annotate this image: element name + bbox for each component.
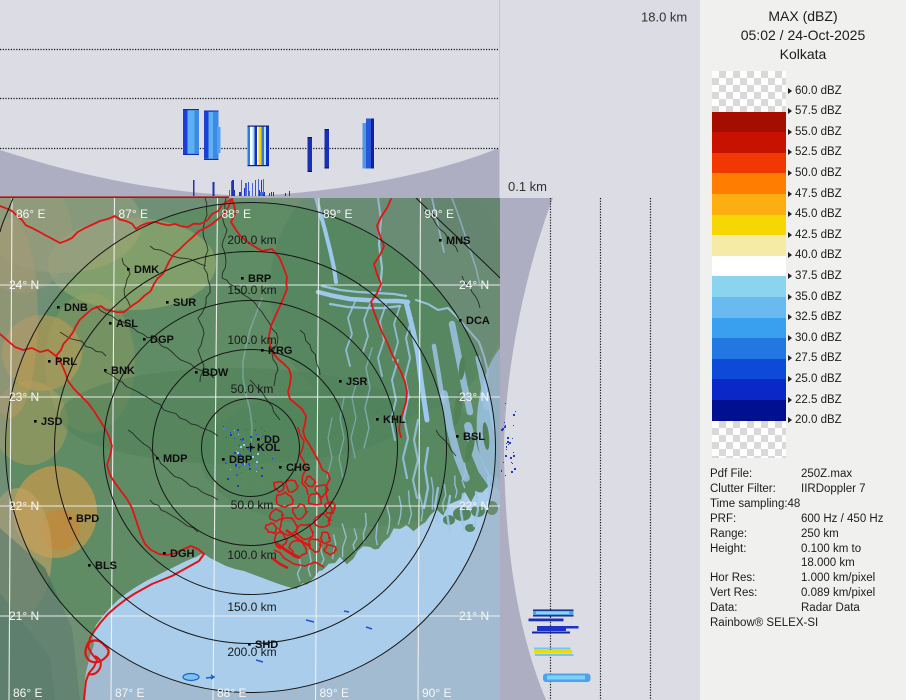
svg-text:88° E: 88° E (222, 207, 251, 221)
svg-text:89° E: 89° E (323, 207, 352, 221)
svg-text:MDP: MDP (163, 453, 187, 465)
svg-text:BRP: BRP (248, 273, 271, 285)
svg-text:SUR: SUR (173, 297, 196, 309)
svg-text:BDW: BDW (202, 367, 229, 379)
svg-text:86° E: 86° E (16, 207, 45, 221)
svg-text:21° N: 21° N (9, 609, 39, 623)
svg-text:21° N: 21° N (459, 609, 489, 623)
svg-text:100.0 km: 100.0 km (227, 548, 276, 562)
svg-text:DMK: DMK (134, 264, 159, 276)
svg-text:PRL: PRL (55, 356, 77, 368)
svg-text:150.0 km: 150.0 km (227, 283, 276, 297)
svg-text:90° E: 90° E (425, 207, 454, 221)
svg-text:BPD: BPD (76, 513, 99, 525)
svg-text:DGH: DGH (170, 548, 195, 560)
svg-text:SHD: SHD (255, 639, 278, 651)
svg-text:88° E: 88° E (217, 686, 246, 700)
svg-text:BLS: BLS (95, 560, 117, 572)
svg-text:BNK: BNK (111, 365, 135, 377)
svg-text:89° E: 89° E (320, 686, 349, 700)
svg-text:22° N: 22° N (9, 499, 39, 513)
svg-text:150.0 km: 150.0 km (227, 600, 276, 614)
svg-text:90° E: 90° E (422, 686, 451, 700)
svg-text:BSL: BSL (463, 431, 485, 443)
svg-text:86° E: 86° E (13, 686, 42, 700)
svg-text:CHG: CHG (286, 462, 310, 474)
svg-text:DGP: DGP (150, 334, 174, 346)
svg-text:24° N: 24° N (459, 278, 489, 292)
svg-text:23° N: 23° N (9, 390, 39, 404)
svg-text:24° N: 24° N (9, 278, 39, 292)
svg-text:200.0 km: 200.0 km (227, 233, 276, 247)
svg-text:22° N: 22° N (459, 499, 489, 513)
svg-text:KHL: KHL (383, 414, 406, 426)
svg-text:23° N: 23° N (459, 390, 489, 404)
svg-text:KOL: KOL (257, 442, 281, 454)
svg-text:87° E: 87° E (115, 686, 144, 700)
svg-text:DNB: DNB (64, 302, 88, 314)
svg-text:50.0 km: 50.0 km (231, 382, 274, 396)
svg-text:18.0 km: 18.0 km (641, 10, 687, 25)
svg-text:MNS: MNS (446, 235, 470, 247)
svg-text:0.1 km: 0.1 km (508, 179, 547, 194)
svg-text:KRG: KRG (268, 345, 292, 357)
svg-text:DBP: DBP (229, 454, 252, 466)
svg-text:50.0 km: 50.0 km (231, 498, 274, 512)
svg-text:ASL: ASL (116, 318, 138, 330)
svg-text:JSD: JSD (41, 416, 62, 428)
svg-text:DCA: DCA (466, 315, 490, 327)
svg-text:87° E: 87° E (119, 207, 148, 221)
svg-text:JSR: JSR (346, 376, 367, 388)
